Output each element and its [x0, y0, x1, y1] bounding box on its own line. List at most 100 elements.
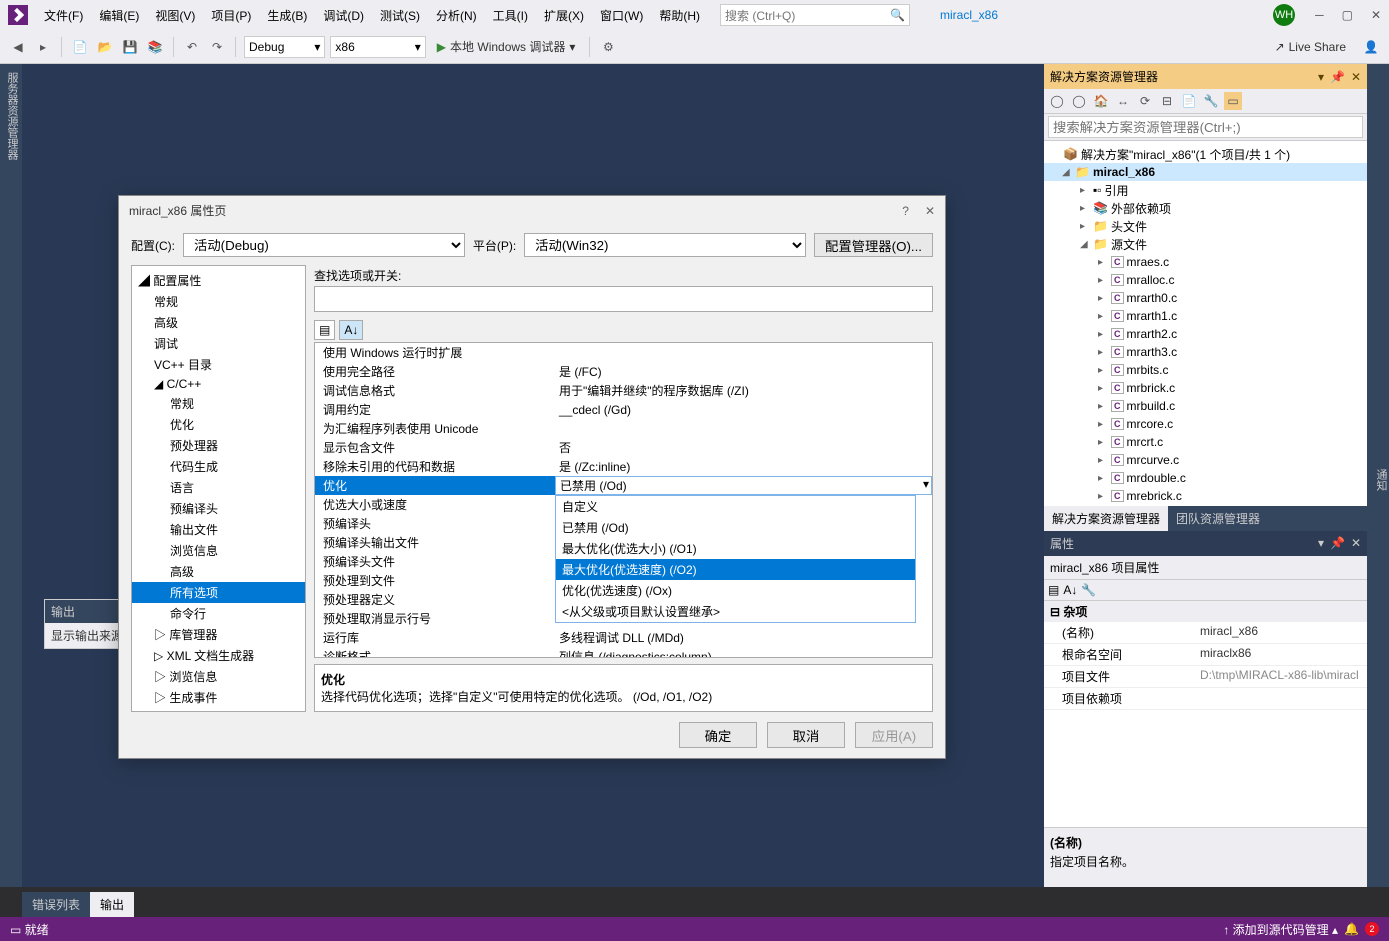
- properties-grid[interactable]: ⊟ 杂项 (名称)miracl_x86 根命名空间miraclx86 项目文件D…: [1044, 601, 1367, 828]
- nav-fwd-button[interactable]: ▸: [33, 37, 53, 57]
- undo-button[interactable]: ↶: [182, 37, 202, 57]
- back-icon[interactable]: ◯: [1048, 92, 1066, 110]
- dropdown-icon[interactable]: ▾: [1318, 536, 1324, 550]
- close-icon[interactable]: ✕: [925, 204, 935, 218]
- property-search-input[interactable]: [314, 286, 933, 312]
- tree-item[interactable]: 预编译头: [132, 498, 305, 519]
- dropdown-option[interactable]: 优化(优选速度) (/Ox): [556, 580, 915, 601]
- tree-item[interactable]: 预处理器: [132, 435, 305, 456]
- pin-icon[interactable]: 📌: [1330, 70, 1345, 84]
- window-restore-button[interactable]: ▢: [1342, 8, 1353, 22]
- tab-output[interactable]: 输出: [90, 892, 134, 917]
- tab-solution-explorer[interactable]: 解决方案资源管理器: [1044, 506, 1168, 531]
- menu-file[interactable]: 文件(F): [38, 3, 89, 28]
- close-icon[interactable]: ✕: [1351, 536, 1361, 550]
- start-debugging-button[interactable]: ▶本地 Windows 调试器▾: [431, 38, 582, 55]
- property-tree[interactable]: ◢ 配置属性常规高级调试VC++ 目录◢ C/C++常规优化预处理器代码生成语言…: [131, 265, 306, 712]
- tree-item[interactable]: ◢ 配置属性: [132, 270, 305, 291]
- source-file-item[interactable]: ▸C mrarth0.c: [1044, 289, 1367, 307]
- wrench-icon[interactable]: 🔧: [1081, 583, 1096, 597]
- source-file-item[interactable]: ▸C mraes.c: [1044, 253, 1367, 271]
- dropdown-option[interactable]: 已禁用 (/Od): [556, 517, 915, 538]
- property-row[interactable]: 诊断格式列信息 (/diagnostics:column): [315, 647, 932, 658]
- window-minimize-button[interactable]: ─: [1315, 8, 1324, 22]
- project-node[interactable]: ◢📁 miracl_x86: [1044, 163, 1367, 181]
- tree-item[interactable]: 高级: [132, 312, 305, 333]
- property-grid[interactable]: 使用 Windows 运行时扩展使用完全路径是 (/FC)调试信息格式用于"编辑…: [314, 342, 933, 658]
- source-file-item[interactable]: ▸C mrcrt.c: [1044, 433, 1367, 451]
- menu-test[interactable]: 测试(S): [374, 3, 426, 28]
- property-row[interactable]: 调用约定__cdecl (/Gd): [315, 400, 932, 419]
- tree-item[interactable]: 命令行: [132, 603, 305, 624]
- apply-button[interactable]: 应用(A): [855, 722, 933, 748]
- property-row[interactable]: 为汇编程序列表使用 Unicode: [315, 419, 932, 438]
- save-button[interactable]: 💾: [120, 37, 140, 57]
- account-avatar[interactable]: WH: [1273, 4, 1295, 26]
- show-all-icon[interactable]: 📄: [1180, 92, 1198, 110]
- solution-search-input[interactable]: [1048, 116, 1363, 138]
- menu-window[interactable]: 窗口(W): [594, 3, 649, 28]
- property-row[interactable]: 移除未引用的代码和数据是 (/Zc:inline): [315, 457, 932, 476]
- tree-item[interactable]: ▷ 生成事件: [132, 687, 305, 708]
- menu-extensions[interactable]: 扩展(X): [538, 3, 590, 28]
- source-file-item[interactable]: ▸C mrbuild.c: [1044, 397, 1367, 415]
- dropdown-icon[interactable]: ▾: [1318, 70, 1324, 84]
- nav-back-button[interactable]: ◀: [8, 37, 28, 57]
- tree-item[interactable]: ◢ C/C++: [132, 375, 305, 393]
- tree-item[interactable]: ▷ 浏览信息: [132, 666, 305, 687]
- preview-icon[interactable]: ▭: [1224, 92, 1242, 110]
- source-file-item[interactable]: ▸C mrebrick.c: [1044, 487, 1367, 505]
- home-icon[interactable]: 🏠: [1092, 92, 1110, 110]
- tree-item[interactable]: ▷ 库管理器: [132, 624, 305, 645]
- menu-debug[interactable]: 调试(D): [317, 3, 370, 28]
- source-file-item[interactable]: ▸C mralloc.c: [1044, 271, 1367, 289]
- tree-item[interactable]: 语言: [132, 477, 305, 498]
- tree-item[interactable]: 优化: [132, 414, 305, 435]
- source-file-item[interactable]: ▸C mrcore.c: [1044, 415, 1367, 433]
- dropdown-option[interactable]: 自定义: [556, 496, 915, 517]
- tree-item[interactable]: 代码生成: [132, 456, 305, 477]
- categorize-icon[interactable]: ▤: [1048, 583, 1059, 597]
- feedback-button[interactable]: 👤: [1361, 37, 1381, 57]
- fwd-icon[interactable]: ◯: [1070, 92, 1088, 110]
- menu-help[interactable]: 帮助(H): [653, 3, 706, 28]
- dropdown-option[interactable]: 最大优化(优选大小) (/O1): [556, 538, 915, 559]
- properties-icon[interactable]: 🔧: [1202, 92, 1220, 110]
- toolbar-extra-button[interactable]: ⚙: [598, 37, 618, 57]
- platform-select[interactable]: 活动(Win32): [524, 233, 806, 257]
- menu-view[interactable]: 视图(V): [149, 3, 201, 28]
- tab-error-list[interactable]: 错误列表: [22, 892, 90, 917]
- help-icon[interactable]: ?: [902, 204, 909, 218]
- tree-item[interactable]: 浏览信息: [132, 540, 305, 561]
- solution-tree[interactable]: 📦 解决方案"miracl_x86"(1 个项目/共 1 个) ◢📁 mirac…: [1044, 141, 1367, 506]
- categorize-icon[interactable]: ▤: [314, 320, 335, 340]
- source-file-item[interactable]: ▸C mrcurve.c: [1044, 451, 1367, 469]
- menu-build[interactable]: 生成(B): [261, 3, 313, 28]
- property-row[interactable]: 调试信息格式用于"编辑并继续"的程序数据库 (/ZI): [315, 381, 932, 400]
- menu-edit[interactable]: 编辑(E): [93, 3, 145, 28]
- property-row[interactable]: 运行库多线程调试 DLL (/MDd): [315, 628, 932, 647]
- window-close-button[interactable]: ✕: [1371, 8, 1381, 22]
- tree-item[interactable]: 高级: [132, 561, 305, 582]
- source-file-item[interactable]: ▸C mrarth3.c: [1044, 343, 1367, 361]
- tree-item[interactable]: 调试: [132, 333, 305, 354]
- ok-button[interactable]: 确定: [679, 722, 757, 748]
- tree-item[interactable]: 输出文件: [132, 519, 305, 540]
- redo-button[interactable]: ↷: [207, 37, 227, 57]
- menu-analyze[interactable]: 分析(N): [430, 3, 483, 28]
- properties-object[interactable]: miracl_x86 项目属性: [1044, 556, 1367, 580]
- property-row[interactable]: 显示包含文件否: [315, 438, 932, 457]
- tab-notifications[interactable]: 通知: [1367, 64, 1389, 887]
- active-project-label[interactable]: miracl_x86: [940, 8, 998, 22]
- optimization-dropdown[interactable]: 自定义已禁用 (/Od)最大优化(优选大小) (/O1)最大优化(优选速度) (…: [555, 495, 916, 623]
- collapse-icon[interactable]: ⊟: [1158, 92, 1176, 110]
- tab-server-explorer[interactable]: 服务器资源管理器: [2, 64, 22, 887]
- menu-project[interactable]: 项目(P): [205, 3, 257, 28]
- dropdown-option[interactable]: 最大优化(优选速度) (/O2): [556, 559, 915, 580]
- source-file-item[interactable]: ▸C mrbrick.c: [1044, 379, 1367, 397]
- menu-tools[interactable]: 工具(I): [487, 3, 534, 28]
- tree-item[interactable]: 常规: [132, 393, 305, 414]
- new-project-button[interactable]: 📄: [70, 37, 90, 57]
- alpha-sort-icon[interactable]: A↓: [339, 320, 363, 340]
- tree-item[interactable]: 所有选项: [132, 582, 305, 603]
